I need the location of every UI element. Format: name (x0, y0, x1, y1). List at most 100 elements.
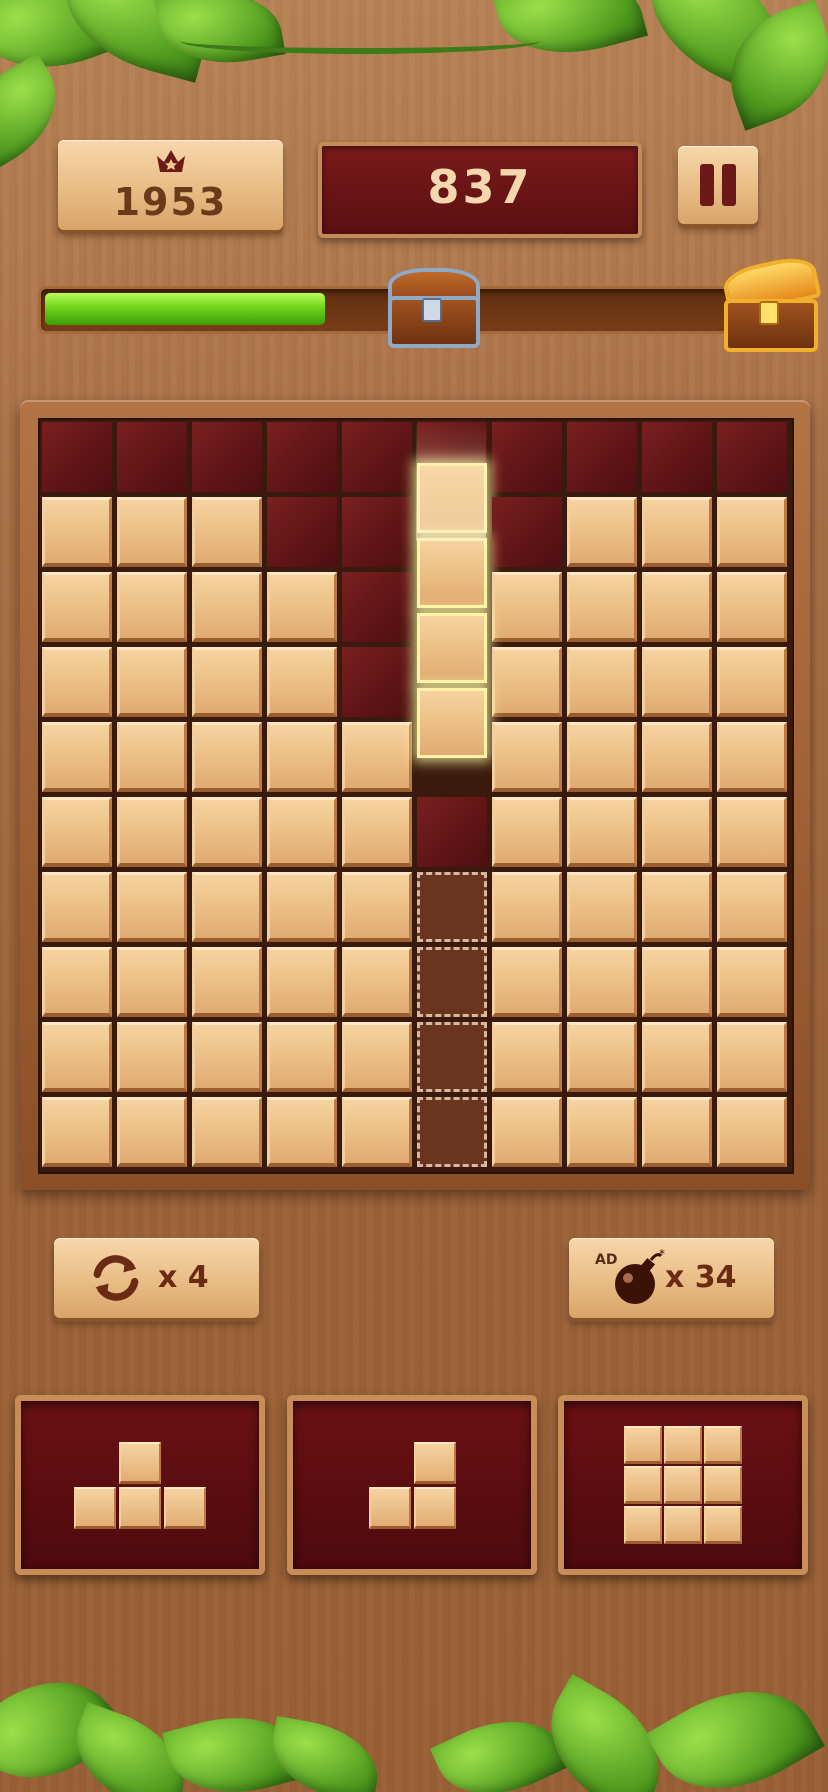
tray-piece-block[interactable] (119, 1486, 161, 1529)
board-block[interactable] (42, 722, 112, 792)
board-block[interactable] (642, 497, 712, 567)
tray-piece-block[interactable] (664, 1506, 702, 1544)
board-block[interactable] (267, 1097, 337, 1167)
board-block[interactable] (267, 722, 337, 792)
board-block[interactable] (717, 497, 787, 567)
board-block[interactable] (492, 1022, 562, 1092)
board-block[interactable] (717, 722, 787, 792)
board-block[interactable] (267, 572, 337, 642)
board-block[interactable] (642, 722, 712, 792)
board-block[interactable] (642, 797, 712, 867)
empty-cell[interactable] (342, 497, 412, 567)
board-block[interactable] (117, 647, 187, 717)
board-block[interactable] (192, 1022, 262, 1092)
empty-cell[interactable] (717, 422, 787, 492)
board-block[interactable] (492, 722, 562, 792)
board-block[interactable] (492, 872, 562, 942)
board-block[interactable] (567, 872, 637, 942)
board-block[interactable] (717, 572, 787, 642)
empty-cell[interactable] (342, 422, 412, 492)
board-block[interactable] (342, 1097, 412, 1167)
board-block[interactable] (192, 572, 262, 642)
board-block[interactable] (117, 947, 187, 1017)
board-block[interactable] (567, 1097, 637, 1167)
empty-cell[interactable] (342, 572, 412, 642)
board-block[interactable] (717, 647, 787, 717)
board-block[interactable] (492, 947, 562, 1017)
board-block[interactable] (42, 1022, 112, 1092)
empty-cell[interactable] (492, 422, 562, 492)
board-block[interactable] (567, 1022, 637, 1092)
board-block[interactable] (192, 497, 262, 567)
drop-target-cell[interactable] (417, 1097, 487, 1167)
tray-piece-block[interactable] (664, 1466, 702, 1504)
tray-piece-block[interactable] (704, 1506, 742, 1544)
board-block[interactable] (117, 572, 187, 642)
tray-piece-block[interactable] (704, 1426, 742, 1464)
drop-target-cell[interactable] (417, 1022, 487, 1092)
board-block[interactable] (717, 947, 787, 1017)
board-block[interactable] (492, 797, 562, 867)
tray-piece-block[interactable] (413, 1441, 456, 1484)
board-block[interactable] (267, 797, 337, 867)
empty-cell[interactable] (417, 797, 487, 867)
board-block[interactable] (192, 947, 262, 1017)
tray-piece-block[interactable] (413, 1486, 456, 1529)
board-block[interactable] (192, 722, 262, 792)
tray-piece-block[interactable] (368, 1486, 411, 1529)
board-block[interactable] (717, 1022, 787, 1092)
board-block[interactable] (642, 1022, 712, 1092)
board-block[interactable] (492, 647, 562, 717)
tray-piece-block[interactable] (164, 1486, 206, 1529)
board-block[interactable] (192, 1097, 262, 1167)
board-block[interactable] (42, 572, 112, 642)
board-block[interactable] (342, 872, 412, 942)
board-block[interactable] (192, 797, 262, 867)
empty-cell[interactable] (567, 422, 637, 492)
board-block[interactable] (567, 722, 637, 792)
board-block[interactable] (567, 797, 637, 867)
board-block[interactable] (192, 647, 262, 717)
tray-piece-block[interactable] (74, 1486, 116, 1529)
bomb-powerup-button[interactable]: AD * x 34 (569, 1238, 774, 1318)
empty-cell[interactable] (117, 422, 187, 492)
piece-tray-2[interactable] (287, 1395, 537, 1575)
tray-piece-block[interactable] (624, 1466, 662, 1504)
board-block[interactable] (342, 1022, 412, 1092)
board-block[interactable] (717, 797, 787, 867)
board-block[interactable] (642, 572, 712, 642)
pause-button[interactable] (678, 146, 758, 224)
board-block[interactable] (492, 572, 562, 642)
board-block[interactable] (342, 797, 412, 867)
board-block[interactable] (42, 1097, 112, 1167)
board-block[interactable] (117, 722, 187, 792)
board-block[interactable] (42, 872, 112, 942)
board-block[interactable] (567, 647, 637, 717)
board-block[interactable] (117, 1097, 187, 1167)
board-block[interactable] (567, 947, 637, 1017)
board-block[interactable] (117, 1022, 187, 1092)
tray-piece-block[interactable] (624, 1506, 662, 1544)
empty-cell[interactable] (642, 422, 712, 492)
board-block[interactable] (642, 647, 712, 717)
board-block[interactable] (267, 1022, 337, 1092)
empty-cell[interactable] (267, 497, 337, 567)
tray-piece-block[interactable] (664, 1426, 702, 1464)
board-block[interactable] (642, 947, 712, 1017)
board-block[interactable] (342, 722, 412, 792)
board-block[interactable] (492, 1097, 562, 1167)
board-block[interactable] (267, 947, 337, 1017)
empty-cell[interactable] (342, 647, 412, 717)
drop-target-cell[interactable] (417, 872, 487, 942)
dragging-block[interactable] (417, 538, 487, 608)
tray-piece-block[interactable] (624, 1426, 662, 1464)
drop-target-cell[interactable] (417, 947, 487, 1017)
board-block[interactable] (117, 497, 187, 567)
empty-cell[interactable] (42, 422, 112, 492)
tray-piece-block[interactable] (704, 1466, 742, 1504)
board-block[interactable] (717, 872, 787, 942)
empty-cell[interactable] (267, 422, 337, 492)
board-block[interactable] (117, 797, 187, 867)
dragging-block[interactable] (417, 613, 487, 683)
empty-cell[interactable] (192, 422, 262, 492)
